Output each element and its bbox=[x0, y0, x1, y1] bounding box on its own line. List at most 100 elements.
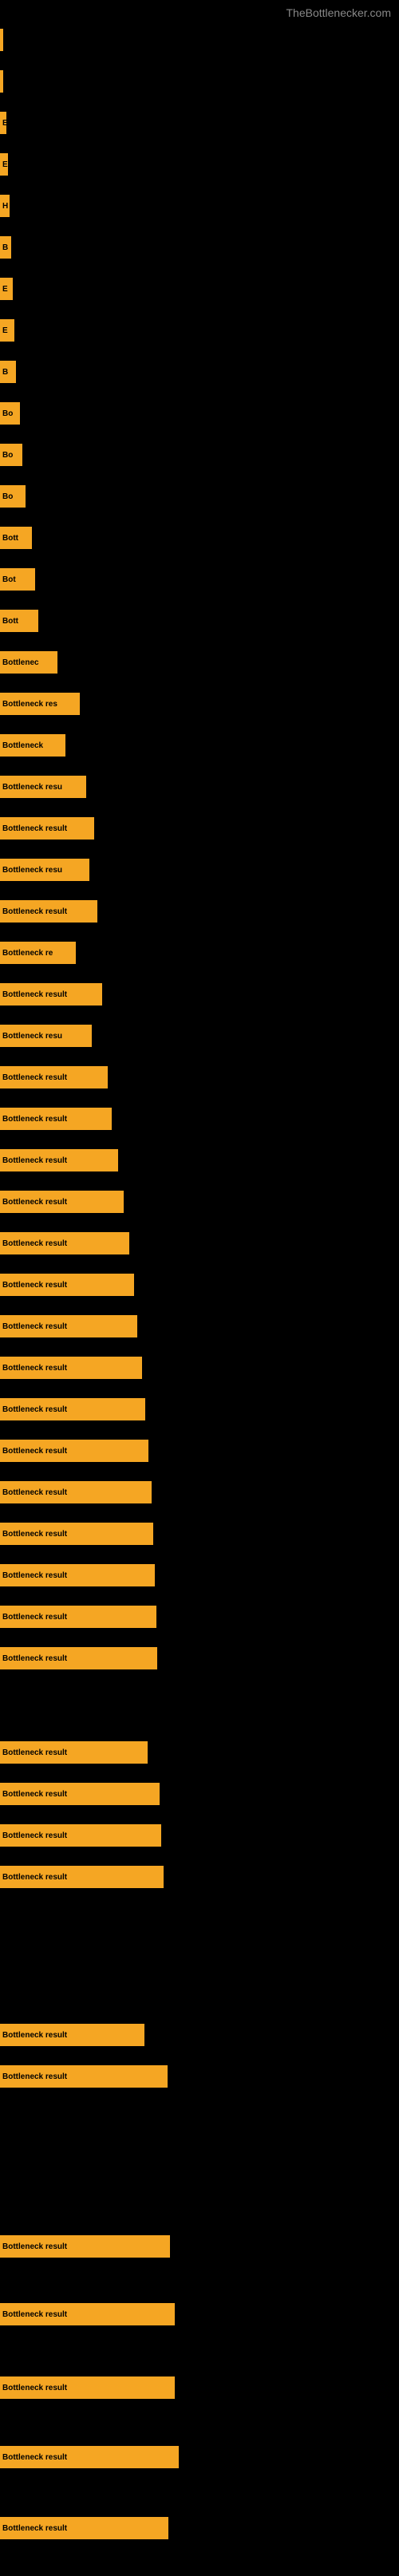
bar-row: Bottleneck result bbox=[0, 1186, 399, 1218]
bar: Bottleneck result bbox=[0, 1783, 160, 1805]
bar-row: Bottleneck result bbox=[0, 2372, 399, 2404]
bar-label: Bottleneck result bbox=[2, 1364, 67, 1373]
bar: Bottleneck result bbox=[0, 1149, 118, 1171]
bar: Bottleneck res bbox=[0, 693, 80, 715]
bar-row: Bottleneck result bbox=[0, 1601, 399, 1633]
bar-label: B bbox=[2, 368, 8, 377]
bar: Bottleneck resu bbox=[0, 776, 86, 798]
bar-row: Bottleneck result bbox=[0, 2019, 399, 2051]
bar: E bbox=[0, 153, 8, 176]
bar-row: E bbox=[0, 107, 399, 139]
bar: Bottleneck bbox=[0, 734, 65, 757]
bar-row: H bbox=[0, 190, 399, 222]
bar-label: Bottleneck result bbox=[2, 2031, 67, 2040]
bar-row: Bo bbox=[0, 397, 399, 429]
bar-label: Bottleneck result bbox=[2, 1571, 67, 1580]
bar-row: Bottleneck result bbox=[0, 978, 399, 1010]
bar: Bottleneck result bbox=[0, 1824, 161, 1847]
bar-label: Bottlenec bbox=[2, 658, 39, 667]
bar-row: Bottleneck result bbox=[0, 1861, 399, 1893]
bar-label: Bottleneck result bbox=[2, 2310, 67, 2319]
bar: Bottleneck resu bbox=[0, 1025, 92, 1047]
bar-label: Bottleneck result bbox=[2, 1790, 67, 1799]
bar-label: E bbox=[2, 119, 6, 128]
bar-label: Bottleneck result bbox=[2, 1654, 67, 1663]
bar: Bo bbox=[0, 444, 22, 466]
bar-row: Bottleneck result bbox=[0, 2230, 399, 2262]
bar-row: Bottleneck result bbox=[0, 1352, 399, 1384]
bar-row: E bbox=[0, 314, 399, 346]
bar: Bottleneck result bbox=[0, 2235, 170, 2258]
bar: Bott bbox=[0, 527, 32, 549]
bar-label: B bbox=[2, 243, 8, 252]
bar-row: Bottleneck result bbox=[0, 1819, 399, 1851]
bar-label: Bottleneck result bbox=[2, 1873, 67, 1882]
bar-row: Bottleneck result bbox=[0, 1269, 399, 1301]
bar-label: Bottleneck resu bbox=[2, 866, 62, 875]
bar-row: Bottleneck resu bbox=[0, 1020, 399, 1052]
bar-row: Bottleneck result bbox=[0, 1518, 399, 1550]
bar-row: Bottleneck bbox=[0, 729, 399, 761]
bar-row: Bottleneck result bbox=[0, 1103, 399, 1135]
bar-row: Bott bbox=[0, 605, 399, 637]
bar-label: Bottleneck result bbox=[2, 1322, 67, 1331]
bar: B bbox=[0, 361, 16, 383]
bar: Bottleneck re bbox=[0, 942, 76, 964]
bar: Bottleneck result bbox=[0, 2024, 144, 2046]
bar: Bot bbox=[0, 568, 35, 591]
bar-label: Bottleneck result bbox=[2, 2242, 67, 2251]
bar: Bo bbox=[0, 485, 26, 508]
bar: Bottleneck resu bbox=[0, 859, 89, 881]
bar-label: Bott bbox=[2, 617, 18, 626]
bar-row: Bo bbox=[0, 439, 399, 471]
bar-label: Bo bbox=[2, 409, 13, 418]
bar: Bottleneck result bbox=[0, 1066, 108, 1088]
bar: B bbox=[0, 236, 11, 259]
bar-label: E bbox=[2, 160, 8, 169]
bar-row: Bottleneck result bbox=[0, 2441, 399, 2473]
bar-label: Bo bbox=[2, 451, 13, 460]
bar-row bbox=[0, 65, 399, 97]
bar-label: Bot bbox=[2, 575, 16, 584]
bar-row: Bot bbox=[0, 563, 399, 595]
bar bbox=[0, 29, 3, 51]
bar: H bbox=[0, 195, 10, 217]
bar-label: Bottleneck result bbox=[2, 1748, 67, 1757]
bar: Bottleneck result bbox=[0, 1357, 142, 1379]
bar: Bottleneck result bbox=[0, 2376, 175, 2399]
bar: Bottleneck result bbox=[0, 1866, 164, 1888]
bar-label: Bottleneck result bbox=[2, 1613, 67, 1622]
bar-label: E bbox=[2, 285, 8, 294]
bar-label: Bottleneck result bbox=[2, 1405, 67, 1414]
bar: Bottleneck result bbox=[0, 1647, 157, 1669]
bar: Bott bbox=[0, 610, 38, 632]
bar-label: Bottleneck result bbox=[2, 1530, 67, 1539]
bar-row: Bottlenec bbox=[0, 646, 399, 678]
bar-row: Bottleneck result bbox=[0, 1393, 399, 1425]
bar: Bottleneck result bbox=[0, 2065, 168, 2088]
bar-row: E bbox=[0, 273, 399, 305]
bar-row: B bbox=[0, 356, 399, 388]
bar-label: Bott bbox=[2, 534, 18, 543]
bar-row: Bottleneck result bbox=[0, 1778, 399, 1810]
bar-row: Bottleneck result bbox=[0, 1435, 399, 1467]
bar-row: Bottleneck re bbox=[0, 937, 399, 969]
bar: Bottleneck result bbox=[0, 900, 97, 923]
bar: Bottleneck result bbox=[0, 1315, 137, 1337]
bar: Bottleneck result bbox=[0, 2517, 168, 2539]
bar-label: Bottleneck re bbox=[2, 949, 53, 958]
bar: Bo bbox=[0, 402, 20, 425]
bar-row: Bottleneck result bbox=[0, 895, 399, 927]
bar-label: Bottleneck result bbox=[2, 990, 67, 999]
bar-row: B bbox=[0, 231, 399, 263]
bar-row: Bottleneck result bbox=[0, 2060, 399, 2092]
bar: Bottleneck result bbox=[0, 1191, 124, 1213]
bar: E bbox=[0, 112, 6, 134]
bar-label: Bottleneck result bbox=[2, 1281, 67, 1290]
bars-container: E E H B E E B Bo Bo Bo Bott Bot Bott Bottlenec Bottlen… bbox=[0, 24, 399, 2576]
site-title: TheBottlenecker.com bbox=[286, 0, 399, 22]
bar: Bottleneck result bbox=[0, 1108, 112, 1130]
bar-row: Bottleneck result bbox=[0, 2298, 399, 2330]
bar-row: Bottleneck result bbox=[0, 1061, 399, 1093]
bar-label: Bottleneck result bbox=[2, 1156, 67, 1165]
